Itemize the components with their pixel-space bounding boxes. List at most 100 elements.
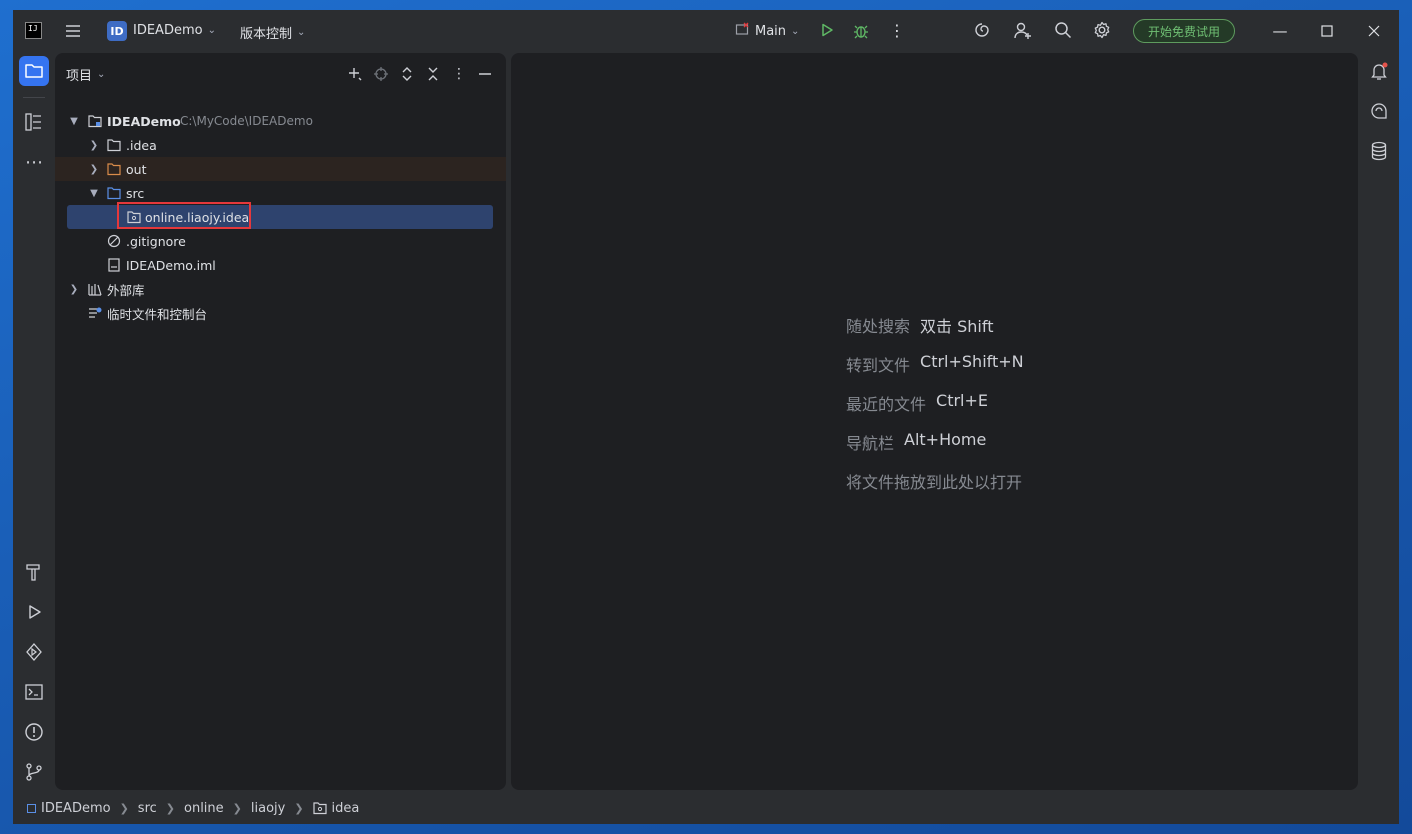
hint-action: 将文件拖放到此处以打开 [846, 473, 1023, 492]
breadcrumb-item[interactable]: online [184, 801, 224, 816]
project-panel-title: 项目 [66, 69, 93, 84]
chevron-right-icon[interactable]: ❯ [88, 163, 100, 175]
vcs-menu[interactable]: 版本控制 ⌄ [240, 23, 305, 42]
tree-label: .gitignore [126, 233, 186, 249]
hint-action: 转到文件 [846, 356, 911, 375]
more-horizontal-icon[interactable]: ⋯ [19, 147, 49, 177]
stripe-divider [23, 97, 45, 98]
run-config-selector[interactable]: Main ⌄ [735, 22, 799, 40]
settings-gear-icon[interactable] [1093, 21, 1111, 39]
status-bar: IDEADemo ❯ src ❯ online ❯ liaojy ❯ idea [13, 792, 1399, 824]
minimize-icon[interactable]: — [1257, 10, 1303, 52]
chevron-right-icon[interactable]: ❯ [68, 283, 80, 295]
collapse-all-icon[interactable] [422, 63, 444, 85]
breadcrumb-item[interactable]: idea [332, 801, 360, 816]
tree-row-iml[interactable]: IDEADemo.iml [55, 253, 506, 277]
breadcrumb: IDEADemo ❯ src ❯ online ❯ liaojy ❯ idea [27, 801, 359, 816]
hint-drop-files: 将文件拖放到此处以打开 [846, 469, 1022, 493]
iml-file-icon [107, 258, 121, 272]
annotation-red-box [117, 202, 251, 229]
title-bar: IJ ID IDEADemo ⌄ 版本控制 ⌄ Main ⌄ ⋮ 开始免费试用 … [13, 10, 1399, 52]
chevron-right-icon: ❯ [294, 801, 304, 815]
chevron-down-icon[interactable]: ▼ [88, 187, 100, 199]
folder-icon [107, 138, 121, 152]
ide-window: IJ ID IDEADemo ⌄ 版本控制 ⌄ Main ⌄ ⋮ 开始免费试用 … [13, 10, 1399, 824]
locate-file-icon[interactable] [370, 63, 392, 85]
tree-row-gitignore[interactable]: .gitignore [55, 229, 506, 253]
chevron-right-icon: ❯ [119, 801, 129, 815]
project-switcher[interactable]: IDEADemo ⌄ [133, 23, 216, 38]
start-free-trial-button[interactable]: 开始免费试用 [1133, 19, 1236, 43]
ignore-file-icon [107, 234, 121, 248]
tree-row-ideademo[interactable]: ▼ IDEADemo C:\MyCode\IDEADemo [55, 109, 506, 133]
run-config-name: Main [755, 23, 787, 39]
hint-shortcut: Alt+Home [904, 430, 987, 449]
hint-recent-files: 最近的文件 Ctrl+E [846, 391, 988, 415]
problems-icon[interactable] [19, 717, 49, 747]
tree-label: IDEADemo.iml [126, 257, 216, 273]
debug-icon[interactable] [852, 22, 870, 40]
excluded-folder-icon [107, 162, 121, 176]
close-icon[interactable] [1351, 10, 1397, 52]
breadcrumb-item[interactable]: liaojy [251, 801, 285, 816]
ai-spiral-icon[interactable] [973, 21, 991, 39]
search-icon[interactable] [1054, 21, 1072, 39]
build-hammer-icon[interactable] [19, 557, 49, 587]
tree-label: IDEADemo [107, 113, 181, 129]
module-square-icon [27, 803, 36, 813]
package-icon [312, 801, 327, 815]
run-icon[interactable] [819, 22, 835, 38]
tree-row-external-libraries[interactable]: ❯ 外部库 [55, 277, 506, 301]
tree-label: out [126, 161, 147, 177]
chevron-right-icon: ❯ [165, 801, 175, 815]
services-icon[interactable] [19, 637, 49, 667]
hint-search-everywhere: 随处搜索 双击 Shift [846, 313, 993, 337]
editor-area[interactable]: 随处搜索 双击 Shift 转到文件 Ctrl+Shift+N 最近的文件 Ct… [511, 53, 1358, 790]
tree-path: C:\MyCode\IDEADemo [180, 114, 313, 128]
source-folder-icon [107, 186, 121, 200]
run-config-icon [735, 22, 749, 40]
tree-row-out[interactable]: ❯ out [55, 157, 506, 181]
hint-action: 最近的文件 [846, 395, 927, 414]
project-badge[interactable]: ID [107, 21, 127, 41]
hide-panel-icon[interactable] [474, 63, 496, 85]
chevron-down-icon: ⌄ [297, 27, 306, 38]
chevron-down-icon[interactable]: ▼ [68, 115, 80, 127]
tree-row-package-selected[interactable]: online.liaojy.idea [55, 202, 506, 229]
chevron-down-icon: ⌄ [207, 25, 216, 36]
module-folder-icon [88, 114, 102, 128]
options-vert-icon[interactable]: ⋮ [448, 63, 470, 85]
new-file-icon[interactable] [344, 63, 366, 85]
notifications-bell-icon[interactable] [1364, 56, 1394, 86]
hint-navigation-bar: 导航栏 Alt+Home [846, 430, 986, 454]
hint-shortcut: 双击 Shift [920, 317, 994, 336]
breadcrumb-item[interactable]: IDEADemo [41, 801, 111, 816]
intellij-logo-icon[interactable]: IJ [25, 22, 42, 39]
tree-row-scratches[interactable]: 临时文件和控制台 [55, 301, 506, 325]
tree-label: 临时文件和控制台 [107, 306, 208, 322]
chevron-right-icon: ❯ [232, 801, 242, 815]
expand-all-icon[interactable] [396, 63, 418, 85]
hint-shortcut: Ctrl+E [936, 391, 988, 410]
database-icon[interactable] [1364, 136, 1394, 166]
tree-row-idea[interactable]: ❯ .idea [55, 133, 506, 157]
structure-icon[interactable] [19, 107, 49, 137]
right-tool-stripe [1359, 52, 1399, 792]
project-view-dropdown[interactable]: 项目 ⌄ [66, 65, 105, 84]
hint-action: 导航栏 [846, 434, 895, 453]
terminal-icon[interactable] [19, 677, 49, 707]
breadcrumb-item[interactable]: src [138, 801, 157, 816]
add-user-icon[interactable] [1013, 21, 1033, 41]
hint-goto-file: 转到文件 Ctrl+Shift+N [846, 352, 1024, 376]
more-vert-icon[interactable]: ⋮ [889, 21, 905, 40]
git-icon[interactable] [19, 757, 49, 787]
library-icon [88, 282, 102, 296]
vcs-label: 版本控制 [240, 27, 293, 42]
project-folder-icon[interactable] [19, 56, 49, 86]
maximize-icon[interactable] [1304, 10, 1350, 52]
hamburger-menu-icon[interactable] [63, 21, 83, 41]
run-icon[interactable] [19, 597, 49, 627]
tree-label: .idea [126, 137, 157, 153]
ai-chat-icon[interactable] [1364, 96, 1394, 126]
chevron-right-icon[interactable]: ❯ [88, 139, 100, 151]
